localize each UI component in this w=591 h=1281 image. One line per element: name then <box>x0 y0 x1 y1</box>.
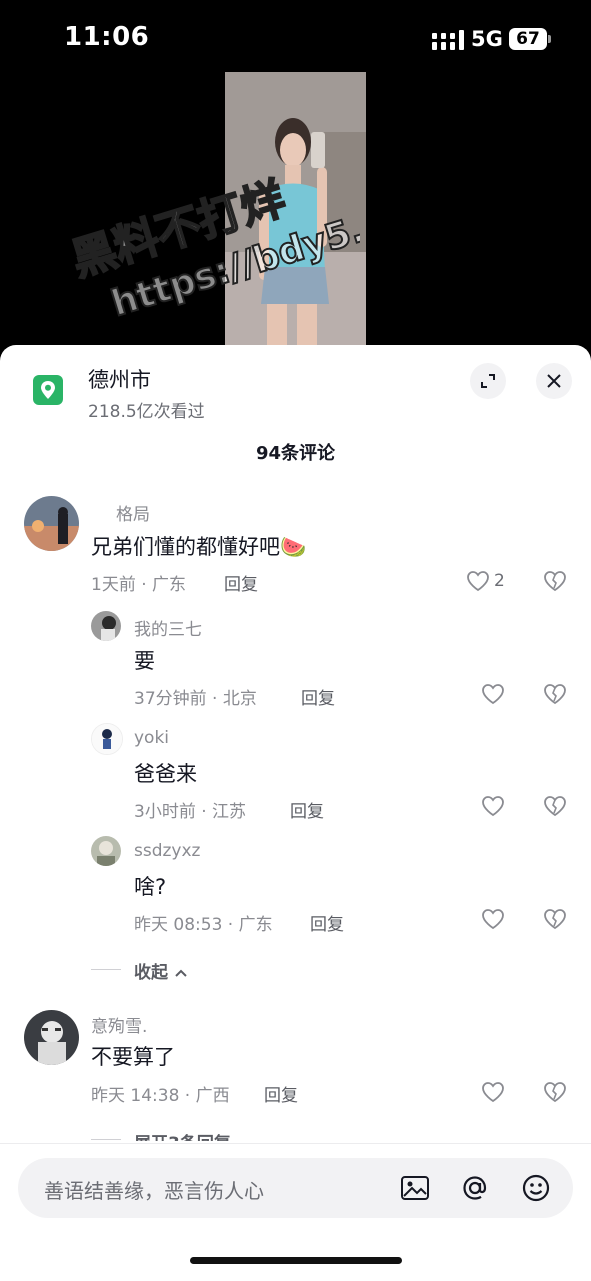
reply-button[interactable]: 回复 <box>290 797 324 822</box>
comment-text: 爸爸来 <box>134 762 197 786</box>
comment-text: 兄弟们懂的都懂好吧🍉 <box>91 535 307 559</box>
broken-heart-icon[interactable] <box>543 908 567 930</box>
network-type: 5G <box>471 27 503 51</box>
video-player[interactable]: 黑料不打烊 https://bdy5.co <box>0 72 591 350</box>
comment-text: 不要算了 <box>91 1045 175 1069</box>
location-views: 218.5亿次看过 <box>88 402 205 422</box>
divider <box>91 969 121 970</box>
heart-icon[interactable] <box>481 908 505 930</box>
reply-button[interactable]: 回复 <box>310 910 344 935</box>
comment-text: 啥? <box>134 875 167 899</box>
reply-button[interactable]: 回复 <box>301 684 335 709</box>
comment-sheet: 德州市 218.5亿次看过 94条评论 格局 兄弟们懂的都懂好吧🍉 1天前 · … <box>0 345 591 1281</box>
comment-meta: 37分钟前 · 北京 <box>134 689 257 709</box>
comment-username[interactable]: yoki <box>134 728 169 748</box>
avatar[interactable] <box>91 836 121 866</box>
divider <box>91 1139 121 1140</box>
home-indicator <box>190 1257 402 1264</box>
expand-replies-button[interactable]: 展开3条回复 <box>134 1129 231 1141</box>
status-bar: 11:06 5G 67 <box>0 0 591 80</box>
comment-username[interactable]: 意殉雪. <box>91 1012 147 1037</box>
chevron-up-icon <box>175 969 187 977</box>
comment-meta: 昨天 08:53 · 广东 <box>134 915 273 935</box>
comment-text: 要 <box>134 649 155 673</box>
image-icon[interactable] <box>399 1172 431 1204</box>
comment-input[interactable]: 善语结善缘，恶言伤人心 <box>18 1158 573 1218</box>
like-count: 2 <box>494 571 505 591</box>
input-placeholder: 善语结善缘，恶言伤人心 <box>44 1179 264 1203</box>
collapse-replies-button[interactable]: 收起 <box>134 958 188 983</box>
expand-icon <box>481 374 495 388</box>
avatar[interactable] <box>91 723 123 755</box>
cellular-signal-icon <box>432 30 464 50</box>
reply-button[interactable]: 回复 <box>224 570 258 595</box>
heart-icon[interactable] <box>481 683 505 705</box>
location-city[interactable]: 德州市 <box>88 364 151 394</box>
location-pin-icon <box>33 375 63 405</box>
comment-input-bar: 善语结善缘，恶言伤人心 <box>0 1143 591 1281</box>
comment-meta: 昨天 14:38 · 广西 <box>91 1086 230 1106</box>
comment-username[interactable]: ssdzyxz <box>134 841 200 861</box>
broken-heart-icon[interactable] <box>543 1081 567 1103</box>
avatar[interactable] <box>24 1010 79 1065</box>
reply-button[interactable]: 回复 <box>264 1081 298 1106</box>
heart-icon[interactable] <box>481 795 505 817</box>
broken-heart-icon[interactable] <box>543 795 567 817</box>
close-icon <box>547 374 561 388</box>
comment-username[interactable]: 我的三七 <box>134 615 202 640</box>
watermark-text: 黑料不打烊 https://bdy5.co <box>65 172 360 320</box>
comment-count: 94条评论 <box>255 443 336 464</box>
at-mention-icon[interactable] <box>459 1172 491 1204</box>
comment-username[interactable]: 格局 <box>116 500 150 525</box>
avatar[interactable] <box>24 496 79 551</box>
avatar[interactable] <box>91 611 121 641</box>
fullscreen-button[interactable] <box>470 363 506 399</box>
collapse-label: 收起 <box>134 963 168 983</box>
broken-heart-icon[interactable] <box>543 570 567 592</box>
status-time: 11:06 <box>64 22 150 52</box>
comment-meta: 1天前 · 广东 <box>91 575 187 595</box>
heart-icon[interactable] <box>481 1081 505 1103</box>
close-button[interactable] <box>536 363 572 399</box>
battery-level: 67 <box>509 28 547 50</box>
battery-tip <box>548 35 551 43</box>
heart-icon[interactable] <box>466 570 490 592</box>
broken-heart-icon[interactable] <box>543 683 567 705</box>
comment-meta: 3小时前 · 江苏 <box>134 802 247 822</box>
emoji-icon[interactable] <box>520 1172 552 1204</box>
